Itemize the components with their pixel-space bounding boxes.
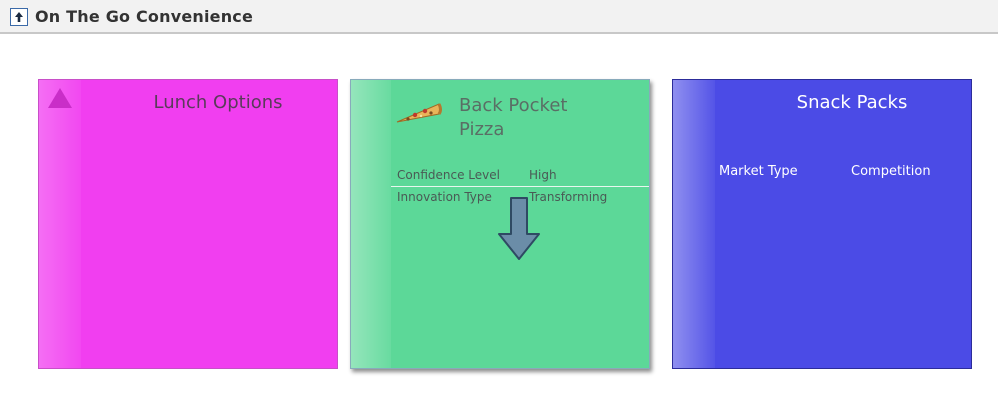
card-snack-packs[interactable]: Snack Packs Market Type Competition <box>672 79 972 369</box>
pizza-slice-icon <box>396 103 442 123</box>
breadcrumb-header: On The Go Convenience <box>0 0 998 34</box>
expand-triangle-icon[interactable] <box>48 88 72 108</box>
card-back-pocket-pizza[interactable]: Back Pocket Pizza Confidence Level High … <box>350 79 650 369</box>
card-stripe <box>39 80 81 368</box>
card-title-line-2: Pizza <box>459 119 505 140</box>
field-label: Innovation Type <box>397 190 492 204</box>
card-title-line-1: Back Pocket <box>459 95 568 116</box>
field-label-market-type: Market Type <box>719 164 798 179</box>
field-label: Confidence Level <box>397 168 500 182</box>
page-title: On The Go Convenience <box>35 7 254 26</box>
card-title: Lunch Options <box>153 92 283 113</box>
arrow-down-icon[interactable] <box>497 196 541 262</box>
arrow-up-icon <box>15 12 23 22</box>
field-label-competition: Competition <box>851 164 931 179</box>
field-value: High <box>529 168 557 182</box>
card-title: Back Pocket Pizza <box>459 94 609 142</box>
card-stripe <box>673 80 715 368</box>
navigate-up-button[interactable] <box>10 8 28 26</box>
card-title: Snack Packs <box>796 92 908 113</box>
card-lunch-options[interactable]: Lunch Options <box>38 79 338 369</box>
divider <box>391 186 649 187</box>
card-stripe <box>351 80 391 368</box>
